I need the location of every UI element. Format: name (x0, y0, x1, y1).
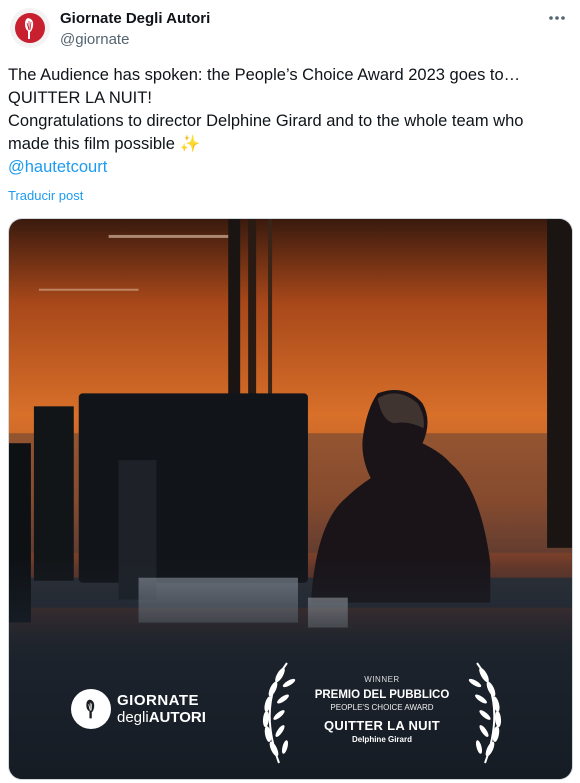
author-display-name[interactable]: Giornate Degli Autori (60, 9, 210, 28)
award-winner-label: WINNER (364, 675, 400, 684)
laurel-right-icon (468, 662, 502, 764)
brand-emblem-icon (71, 689, 111, 729)
tweet-media-image[interactable]: GIORNATE degliAUTORI WINNER PREMIO DEL P… (8, 218, 573, 780)
award-badge: WINNER PREMIO DEL PUBBLICO PEOPLE'S CHOI… (247, 659, 517, 769)
brand-line2: degliAUTORI (117, 709, 206, 726)
mention-link[interactable]: @hautetcourt (8, 156, 574, 179)
author-avatar[interactable] (10, 8, 50, 48)
tweet-line-4: made this film possible ✨ (8, 133, 574, 156)
award-film-title: QUITTER LA NUIT (324, 718, 440, 733)
translate-post-link[interactable]: Traducir post (8, 188, 83, 203)
tweet-text: The Audience has spoken: the People’s Ch… (8, 64, 574, 179)
award-director: Delphine Girard (351, 735, 412, 744)
more-horizontal-icon (549, 16, 565, 20)
tweet-line-4-text: made this film possible (8, 135, 175, 153)
more-options-button[interactable] (544, 8, 570, 28)
laurel-left-icon (262, 662, 296, 764)
giornate-brand-logo: GIORNATE degliAUTORI (71, 689, 206, 729)
tweet-line-2: QUITTER LA NUIT! (8, 89, 152, 107)
tweet-header: Giornate Degli Autori @giornate (8, 6, 572, 50)
award-premio: PREMIO DEL PUBBLICO (314, 689, 450, 701)
brand-line1: GIORNATE (117, 692, 200, 709)
sparkles-icon: ✨ (179, 135, 201, 153)
tweet-line-3: Congratulations to director Delphine Gir… (8, 112, 524, 130)
author-handle[interactable]: @giornate (60, 30, 210, 49)
brand-autori: AUTORI (148, 709, 206, 726)
tweet-line-1: The Audience has spoken: the People’s Ch… (8, 66, 521, 84)
giornate-logo-icon (15, 13, 45, 43)
brand-degli: degli (117, 709, 149, 726)
award-peoples-choice: PEOPLE'S CHOICE AWARD (330, 703, 434, 712)
